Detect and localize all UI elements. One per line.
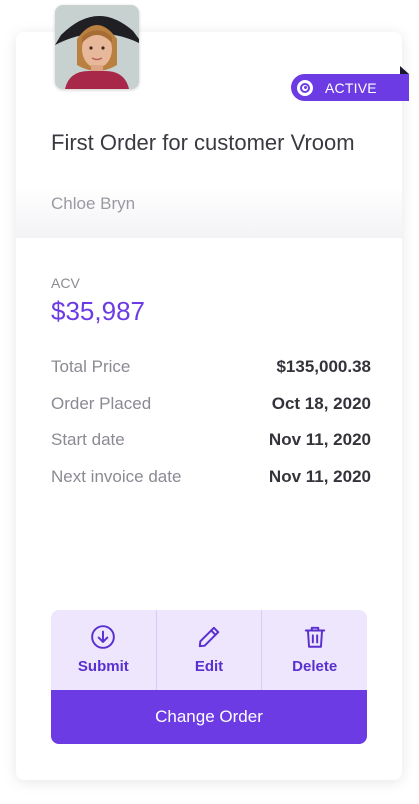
delete-button[interactable]: Delete xyxy=(261,610,367,690)
detail-row-total-price: Total Price $135,000.38 xyxy=(51,357,371,377)
detail-value: Nov 11, 2020 xyxy=(268,430,371,449)
status-badge: ACTIVE xyxy=(291,74,409,101)
submit-button[interactable]: Submit xyxy=(51,610,156,690)
detail-row-order-placed: Order Placed Oct 18, 2020 xyxy=(51,394,371,414)
change-order-button[interactable]: Change Order xyxy=(51,690,367,744)
acv-label: ACV xyxy=(51,275,80,291)
avatar xyxy=(55,5,139,89)
detail-label: Start date xyxy=(51,430,125,449)
detail-label: Total Price xyxy=(51,357,131,376)
action-bar: Submit Edit Delete xyxy=(51,610,367,690)
detail-value: Oct 18, 2020 xyxy=(271,394,371,413)
download-circle-icon xyxy=(91,625,116,649)
delete-label: Delete xyxy=(292,658,338,675)
badge-fold xyxy=(400,66,409,74)
target-icon xyxy=(297,79,313,96)
pencil-icon xyxy=(198,626,220,648)
detail-row-next-invoice-date: Next invoice date Nov 11, 2020 xyxy=(51,467,371,487)
edit-button[interactable]: Edit xyxy=(155,610,262,690)
submit-label: Submit xyxy=(77,658,129,675)
status-text: ACTIVE xyxy=(325,79,377,96)
detail-row-start-date: Start date Nov 11, 2020 xyxy=(51,430,371,450)
detail-label: Next invoice date xyxy=(51,467,182,486)
detail-value: $135,000.38 xyxy=(276,357,371,376)
acv-value: $35,987 xyxy=(51,296,145,326)
avatar-portrait xyxy=(55,5,139,89)
customer-name: Chloe Bryn xyxy=(51,194,136,213)
detail-value: Nov 11, 2020 xyxy=(268,467,371,486)
order-title: First Order for customer Vroom xyxy=(51,130,355,155)
detail-label: Order Placed xyxy=(51,394,152,413)
edit-label: Edit xyxy=(194,658,224,675)
trash-icon xyxy=(304,626,325,648)
